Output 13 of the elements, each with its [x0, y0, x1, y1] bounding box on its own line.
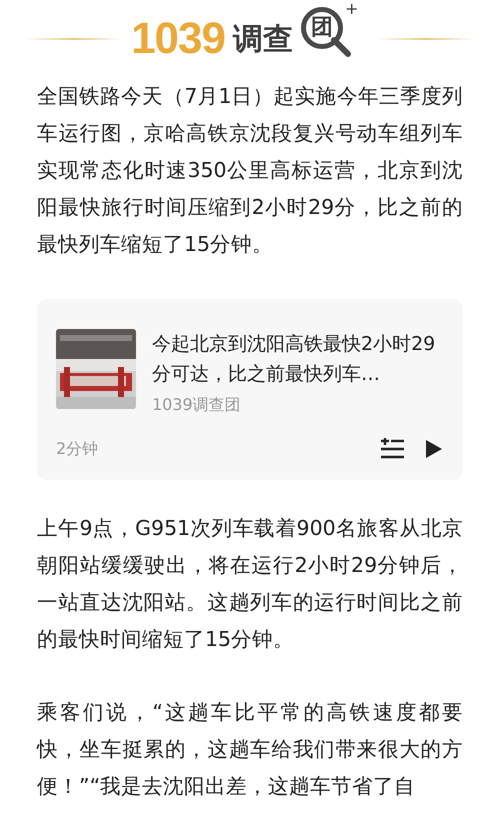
logo-number: 1039	[131, 14, 225, 64]
logo-text: 调查	[232, 20, 293, 58]
article-paragraph: 乘客们说，“这趟车比平常的高铁速度都要快，坐车挺累的，这趟车给我们带来很大的方便！”“我是去沈阳出差，这趟车节省了自	[37, 699, 463, 800]
play-icon[interactable]	[425, 439, 443, 459]
video-title: 今起北京到沈阳高铁最快2小时29分可达，比之前最快列车…	[152, 332, 436, 387]
article-paragraph: 全国铁路今天（7月1日）起实施今年三季度列车运行图，京哈高铁京沈段复兴号动车组列车实现常态化时速350公里高标运营，北京到沈阳最快旅行时间压缩到2小时29分，比之前的最快列车缩短了15分钟。	[37, 83, 463, 258]
logo-magnifier: 团	[300, 7, 343, 49]
video-source: 1039调查团	[152, 395, 242, 416]
video-duration: 2分钟	[56, 438, 100, 460]
article-paragraph: 上午9点，G951次列车载着900名旅客从北京朝阳站缓缓驶出，将在运行2小时29分钟后，一站直达沈阳站。这趟列车的运行时间比之前的最快时间缩短了15分钟。	[37, 515, 463, 653]
playlist-icon[interactable]	[381, 438, 405, 460]
magnifier-handle-icon	[330, 37, 351, 57]
logo-plus: +	[344, 1, 358, 17]
